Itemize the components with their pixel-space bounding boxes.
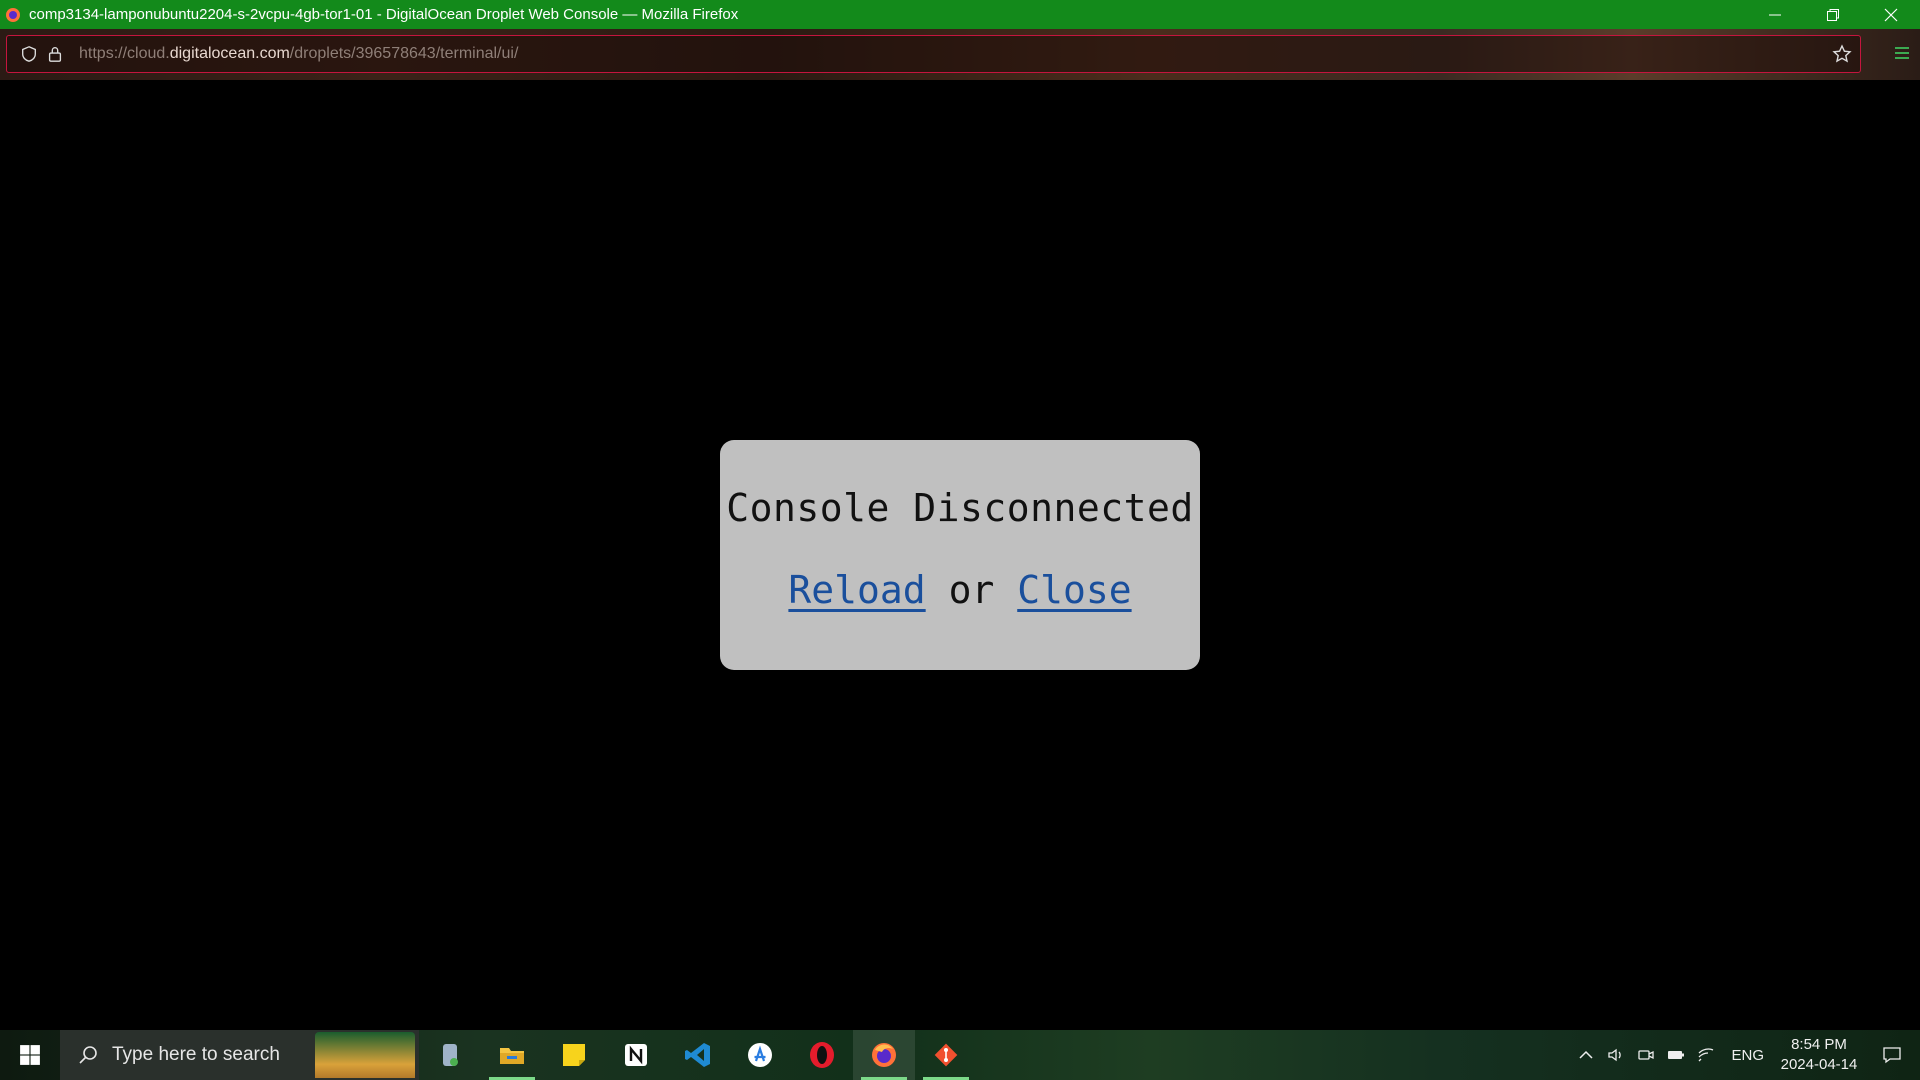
restore-button[interactable] (1804, 0, 1862, 29)
restore-icon (1827, 8, 1839, 21)
dialog-actions: Reload or Close (720, 568, 1200, 612)
tray-network[interactable] (1691, 1030, 1721, 1080)
browser-navbar: https://cloud.digitalocean.com/droplets/… (0, 29, 1920, 80)
taskbar: Type here to search ENG 8:54 PM 2024-04-… (0, 1030, 1920, 1080)
taskbar-app-git[interactable] (915, 1030, 977, 1080)
system-tray: ENG 8:54 PM 2024-04-14 (1571, 1030, 1920, 1080)
tray-volume[interactable] (1601, 1030, 1631, 1080)
url-prefix: https://cloud. (79, 45, 170, 62)
search-icon (79, 1046, 97, 1064)
address-bar[interactable]: https://cloud.digitalocean.com/droplets/… (6, 35, 1861, 73)
taskbar-app-drive[interactable] (419, 1030, 481, 1080)
battery-icon (1668, 1051, 1685, 1059)
url-text[interactable]: https://cloud.digitalocean.com/droplets/… (79, 45, 518, 63)
taskbar-app-notion[interactable] (605, 1030, 667, 1080)
app-store-icon (748, 1043, 772, 1067)
close-link[interactable]: Close (1017, 568, 1131, 612)
notification-icon (1883, 1047, 1901, 1064)
action-center-button[interactable] (1864, 1030, 1920, 1080)
taskbar-search[interactable]: Type here to search (60, 1030, 419, 1080)
search-highlight-image (315, 1032, 415, 1078)
minimize-button[interactable] (1746, 0, 1804, 29)
sticky-notes-icon (563, 1044, 585, 1066)
clock-date: 2024-04-14 (1780, 1056, 1858, 1073)
lock-icon[interactable] (45, 44, 65, 64)
close-icon (1884, 8, 1898, 21)
search-placeholder: Type here to search (112, 1044, 280, 1065)
url-path: /droplets/396578643/terminal/ui/ (289, 45, 519, 62)
tray-meet-now[interactable] (1631, 1030, 1661, 1080)
tray-battery[interactable] (1661, 1030, 1691, 1080)
tracking-shield-icon[interactable] (19, 44, 39, 64)
input-language[interactable]: ENG (1721, 1047, 1774, 1064)
bookmark-star-icon[interactable] (1832, 44, 1852, 64)
window-title: comp3134-lamponubuntu2204-s-2vcpu-4gb-to… (29, 6, 739, 23)
console-disconnected-dialog: Console Disconnected Reload or Close (720, 440, 1200, 670)
wifi-icon (1699, 1048, 1714, 1062)
file-drive-icon (443, 1044, 458, 1066)
windows-logo-icon (20, 1045, 40, 1065)
git-icon (934, 1043, 958, 1067)
taskbar-app-firefox[interactable] (853, 1030, 915, 1080)
minimize-icon (1769, 14, 1781, 15)
file-explorer-icon (500, 1048, 524, 1064)
or-text: or (948, 568, 995, 612)
taskbar-app-app-store[interactable] (729, 1030, 791, 1080)
reload-link[interactable]: Reload (788, 568, 925, 612)
taskbar-app-vscode[interactable] (667, 1030, 729, 1080)
notion-icon (625, 1044, 647, 1066)
hamburger-menu-icon[interactable] (1892, 43, 1912, 63)
speaker-icon (1608, 1048, 1622, 1062)
close-window-button[interactable] (1862, 0, 1920, 29)
clock-time: 8:54 PM (1791, 1036, 1847, 1053)
window-titlebar: comp3134-lamponubuntu2204-s-2vcpu-4gb-to… (0, 0, 1920, 29)
taskbar-app-sticky-notes[interactable] (543, 1030, 605, 1080)
camera-icon (1638, 1050, 1655, 1060)
firefox-icon (872, 1043, 896, 1067)
vscode-icon (685, 1043, 710, 1067)
tray-overflow-button[interactable] (1571, 1030, 1601, 1080)
start-button[interactable] (0, 1030, 60, 1080)
dialog-heading: Console Disconnected (726, 486, 1194, 530)
taskbar-app-opera[interactable] (791, 1030, 853, 1080)
firefox-icon (6, 7, 20, 22)
url-host: digitalocean.com (169, 45, 290, 62)
taskbar-clock[interactable]: 8:54 PM 2024-04-14 (1774, 1035, 1864, 1075)
opera-icon (810, 1042, 834, 1068)
taskbar-app-file-explorer[interactable] (481, 1030, 543, 1080)
chevron-up-icon (1579, 1050, 1594, 1059)
